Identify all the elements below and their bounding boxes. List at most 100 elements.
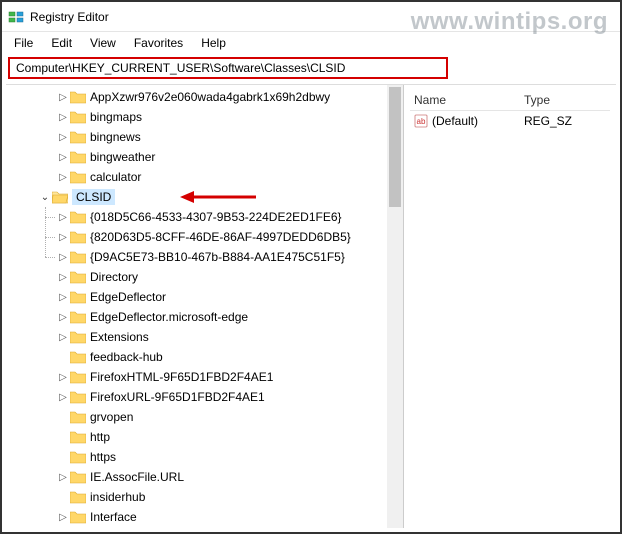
column-name[interactable]: Name [410, 93, 520, 107]
tree-label: EdgeDeflector.microsoft-edge [90, 310, 248, 324]
chevron-right-icon[interactable]: ▷ [56, 310, 70, 324]
chevron-right-icon[interactable]: ▷ [56, 150, 70, 164]
menu-bar: File Edit View Favorites Help [2, 32, 620, 54]
tree-label: {018D5C66-4533-4307-9B53-224DE2ED1FE6} [90, 210, 342, 224]
tree-label: bingnews [90, 130, 141, 144]
annotation-arrow-icon [178, 187, 258, 207]
title-bar: Registry Editor [2, 2, 620, 32]
folder-icon [70, 490, 86, 504]
chevron-right-icon[interactable]: ▷ [56, 470, 70, 484]
chevron-right-icon[interactable]: ▷ [56, 290, 70, 304]
tree-label: calculator [90, 170, 141, 184]
folder-icon [70, 310, 86, 324]
chevron-right-icon[interactable]: ▷ [56, 250, 70, 264]
menu-favorites[interactable]: Favorites [126, 34, 191, 52]
folder-icon [70, 270, 86, 284]
tree-item[interactable]: ▷ bingweather [56, 147, 385, 167]
details-header[interactable]: Name Type [410, 89, 610, 111]
tree-label: grvopen [90, 410, 133, 424]
content-area: ▷ AppXzwr976v2e060wada4gabrk1x69h2dbwy ▷… [6, 84, 616, 528]
tree-label: https [90, 450, 116, 464]
tree-item[interactable]: ▷ {D9AC5E73-BB10-467b-B884-AA1E475C51F5} [56, 247, 385, 267]
tree-item[interactable]: ▷ calculator [56, 167, 385, 187]
menu-view[interactable]: View [82, 34, 124, 52]
folder-icon [70, 150, 86, 164]
chevron-right-icon[interactable]: ▷ [56, 210, 70, 224]
spacer [56, 450, 70, 464]
tree-item[interactable]: ▷ bingmaps [56, 107, 385, 127]
folder-icon [70, 90, 86, 104]
tree-label: CLSID [72, 189, 115, 205]
chevron-right-icon[interactable]: ▷ [56, 90, 70, 104]
menu-file[interactable]: File [6, 34, 41, 52]
tree-label: {D9AC5E73-BB10-467b-B884-AA1E475C51F5} [90, 250, 345, 264]
tree-label: Extensions [90, 330, 149, 344]
tree-label: IE.AssocFile.URL [90, 470, 184, 484]
chevron-right-icon[interactable]: ▷ [56, 130, 70, 144]
regedit-icon [8, 9, 24, 25]
tree-label: bingweather [90, 150, 155, 164]
chevron-right-icon[interactable]: ▷ [56, 390, 70, 404]
tree-item[interactable]: ▷ EdgeDeflector [56, 287, 385, 307]
chevron-right-icon[interactable]: ▷ [56, 110, 70, 124]
menu-edit[interactable]: Edit [43, 34, 80, 52]
chevron-right-icon[interactable]: ▷ [56, 370, 70, 384]
reg-string-icon: ab [414, 114, 428, 128]
chevron-right-icon[interactable]: ▷ [56, 510, 70, 524]
tree-item[interactable]: ▷ FirefoxHTML-9F65D1FBD2F4AE1 [56, 367, 385, 387]
folder-icon [70, 450, 86, 464]
spacer [56, 410, 70, 424]
tree-item[interactable]: ▷ {018D5C66-4533-4307-9B53-224DE2ED1FE6} [56, 207, 385, 227]
folder-icon [70, 210, 86, 224]
tree-item[interactable]: grvopen [56, 407, 385, 427]
chevron-right-icon[interactable]: ▷ [56, 270, 70, 284]
folder-icon [70, 230, 86, 244]
tree-item[interactable]: ▷ lnkfile [56, 527, 385, 528]
menu-help[interactable]: Help [193, 34, 234, 52]
tree-item[interactable]: ▷ AppXzwr976v2e060wada4gabrk1x69h2dbwy [56, 87, 385, 107]
registry-tree[interactable]: ▷ AppXzwr976v2e060wada4gabrk1x69h2dbwy ▷… [6, 87, 403, 528]
tree-label: FirefoxURL-9F65D1FBD2F4AE1 [90, 390, 265, 404]
tree-item[interactable]: ▷ Extensions [56, 327, 385, 347]
tree-item[interactable]: ▷ IE.AssocFile.URL [56, 467, 385, 487]
folder-open-icon [52, 190, 68, 204]
folder-icon [70, 170, 86, 184]
chevron-right-icon[interactable]: ▷ [56, 170, 70, 184]
tree-label: Directory [90, 270, 138, 284]
folder-icon [70, 390, 86, 404]
tree-item[interactable]: ▷ FirefoxURL-9F65D1FBD2F4AE1 [56, 387, 385, 407]
folder-icon [70, 350, 86, 364]
value-name: (Default) [432, 114, 478, 128]
address-bar-container: Computer\HKEY_CURRENT_USER\Software\Clas… [2, 54, 620, 83]
tree-item-clsid[interactable]: ⌄ CLSID [38, 187, 385, 207]
address-bar[interactable]: Computer\HKEY_CURRENT_USER\Software\Clas… [8, 57, 448, 79]
tree-label: FirefoxHTML-9F65D1FBD2F4AE1 [90, 370, 273, 384]
tree-label: EdgeDeflector [90, 290, 166, 304]
chevron-right-icon[interactable]: ▷ [56, 330, 70, 344]
chevron-right-icon[interactable]: ▷ [56, 230, 70, 244]
window-title: Registry Editor [30, 10, 109, 24]
scrollbar[interactable] [387, 85, 403, 528]
tree-item[interactable]: ▷ Interface [56, 507, 385, 527]
tree-item[interactable]: https [56, 447, 385, 467]
address-text: Computer\HKEY_CURRENT_USER\Software\Clas… [16, 61, 345, 75]
value-row[interactable]: ab (Default) REG_SZ [410, 111, 610, 131]
tree-label: AppXzwr976v2e060wada4gabrk1x69h2dbwy [90, 90, 330, 104]
scrollbar-thumb[interactable] [389, 87, 401, 207]
tree-item[interactable]: ▷ Directory [56, 267, 385, 287]
folder-icon [70, 410, 86, 424]
tree-item[interactable]: ▷ EdgeDeflector.microsoft-edge [56, 307, 385, 327]
chevron-down-icon[interactable]: ⌄ [38, 190, 52, 204]
details-pane: Name Type ab (Default) REG_SZ [404, 85, 616, 528]
folder-icon [70, 330, 86, 344]
tree-item[interactable]: http [56, 427, 385, 447]
folder-icon [70, 110, 86, 124]
tree-item[interactable]: ▷ {820D63D5-8CFF-46DE-86AF-4997DEDD6DB5} [56, 227, 385, 247]
tree-label: feedback-hub [90, 350, 163, 364]
column-type[interactable]: Type [520, 93, 610, 107]
tree-item[interactable]: ▷ bingnews [56, 127, 385, 147]
tree-item[interactable]: feedback-hub [56, 347, 385, 367]
spacer [56, 430, 70, 444]
tree-item[interactable]: insiderhub [56, 487, 385, 507]
tree-label: http [90, 430, 110, 444]
